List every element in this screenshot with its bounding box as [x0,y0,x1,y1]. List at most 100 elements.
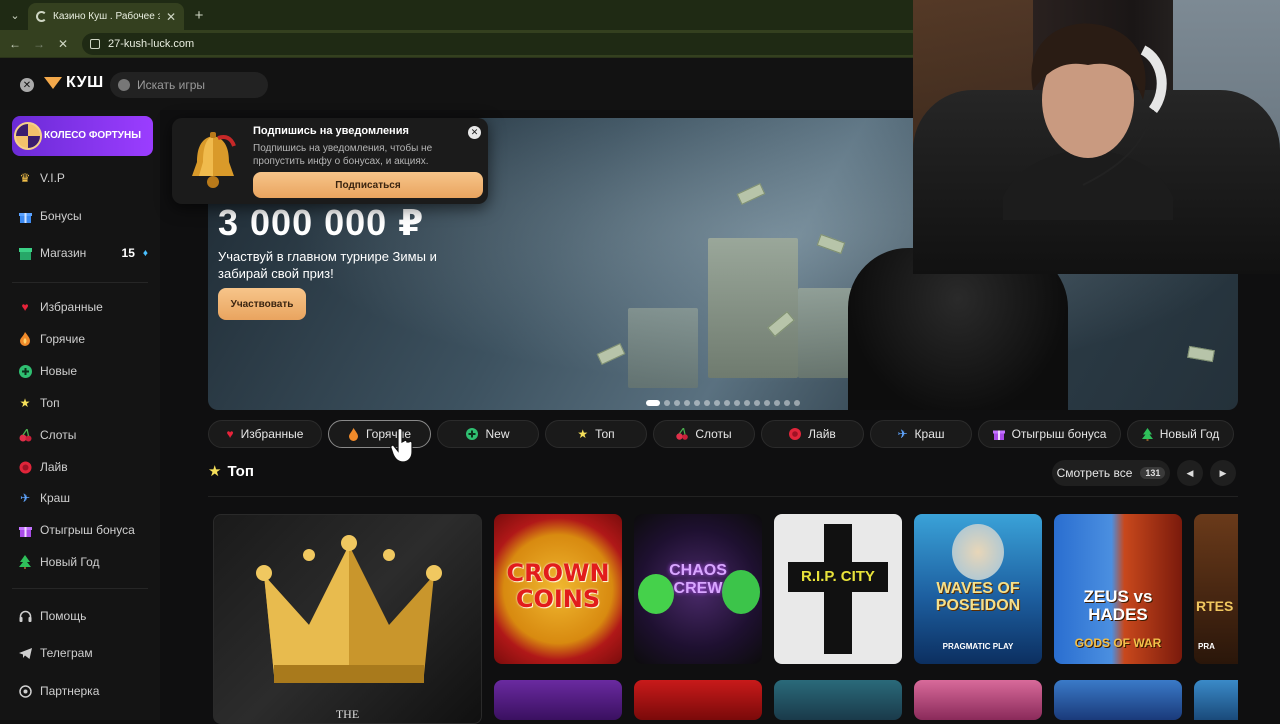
prev-arrow-icon[interactable]: ◀ [1177,460,1203,486]
pagination-dot[interactable] [774,400,780,406]
pagination-dot[interactable] [646,400,660,406]
shop-icon [18,246,32,260]
pill-label: Новый Год [1159,427,1220,441]
logo-text: КУШ [66,74,104,91]
pagination-dot[interactable] [744,400,750,406]
close-menu-icon[interactable]: ✕ [20,78,34,92]
fire-icon [348,427,359,441]
partner-icon [18,684,32,698]
sidebar-item-live[interactable]: Лайв [18,457,148,477]
game-tile-row2[interactable] [494,680,622,720]
gem-icon: ♦ [142,247,148,259]
gift-icon [992,428,1005,440]
pagination-dot[interactable] [704,400,710,406]
pagination-dot[interactable] [684,400,690,406]
sidebar-item-vip[interactable]: ♛ V.I.P [18,168,148,188]
money-stack-image [708,238,798,378]
game-tile-row2[interactable] [634,680,762,720]
game-tile-waves-of-poseidon[interactable]: WAVES OF POSEIDON PRAGMATIC PLAY [914,514,1042,664]
wheel-icon [14,122,42,150]
forward-icon[interactable]: → [30,35,48,53]
tab-close-icon[interactable]: ✕ [166,10,176,24]
sidebar-item-favorites[interactable]: ♥ Избранные [18,297,148,317]
game-tile-row2[interactable] [914,680,1042,720]
sidebar-item-top[interactable]: ★ Топ [18,393,148,413]
sidebar-item-shop[interactable]: Магазин 15 ♦ [18,243,148,263]
pagination-dot[interactable] [724,400,730,406]
sidebar-item-label: V.I.P [40,171,65,185]
subscribe-button[interactable]: Подписаться [253,172,483,198]
pill-favorites[interactable]: ♥ Избранные [208,420,322,448]
sidebar-item-bonuses[interactable]: Бонусы [18,206,148,226]
game-tile-row2[interactable] [774,680,902,720]
sidebar-item-crash[interactable]: ✈ Краш [18,488,148,508]
sidebar-item-new[interactable]: Новые [18,361,148,381]
sidebar-item-label: Топ [40,396,60,410]
sidebar-item-new-year[interactable]: Новый Год [18,552,148,572]
search-placeholder: Искать игры [137,78,206,92]
sidebar-item-bonus-wager[interactable]: Отыгрыш бонуса [18,520,148,540]
pagination-dot[interactable] [734,400,740,406]
pill-live[interactable]: Лайв [761,420,864,448]
sidebar-item-telegram[interactable]: Телеграм [18,643,148,663]
heart-icon: ♥ [21,300,29,314]
sidebar-item-label: Лайв [40,460,68,474]
banner-pagination [646,400,800,406]
pill-label: Отыгрыш бонуса [1011,427,1107,441]
search-input[interactable]: Искать игры [110,72,268,98]
sidebar-item-label: Новый Год [40,555,100,569]
game-tile-crown-coins[interactable]: CROWN COINS [494,514,622,664]
pagination-dot[interactable] [764,400,770,406]
game-tile-row2[interactable] [1194,680,1238,720]
pagination-dot[interactable] [714,400,720,406]
url-text: 27-kush-luck.com [108,38,195,50]
gift-icon [18,523,32,537]
tab-search-chevron-icon[interactable]: ⌄ [6,6,24,24]
pagination-dot[interactable] [754,400,760,406]
back-icon[interactable]: ← [6,35,24,53]
wheel-of-fortune-button[interactable]: КОЛЕСО ФОРТУНЫ [12,116,153,156]
crown-icon: ♛ [19,171,31,185]
pagination-dot[interactable] [674,400,680,406]
sidebar-item-hot[interactable]: Горячие [18,329,148,349]
divider [12,588,148,589]
logo[interactable]: КУШ [44,74,104,92]
pill-slots[interactable]: Слоты [653,420,755,448]
sidebar-item-slots[interactable]: Слоты [18,425,148,445]
site-info-icon[interactable] [90,39,100,49]
search-icon [118,79,130,91]
plus-icon [466,428,479,440]
section-title-text: Топ [227,462,254,480]
pagination-dot[interactable] [664,400,670,406]
pill-new[interactable]: New [437,420,539,448]
see-all-button[interactable]: Смотреть все 131 [1052,460,1170,486]
close-icon[interactable]: ✕ [468,126,481,139]
pagination-dot[interactable] [794,400,800,406]
new-tab-icon[interactable]: + [190,6,208,24]
pill-crash[interactable]: ✈ Краш [870,420,972,448]
pill-hot[interactable]: Горячие [328,420,431,448]
pagination-dot[interactable] [784,400,790,406]
game-tile-rip-city[interactable]: R.I.P. CITY [774,514,902,664]
pill-new-year[interactable]: Новый Год [1127,420,1234,448]
address-bar[interactable]: 27-kush-luck.com [82,33,922,55]
pill-label: Избранные [240,427,304,441]
game-tile-the-crown[interactable]: THE [213,514,482,724]
pagination-dot[interactable] [694,400,700,406]
game-tile-partial[interactable]: RTES PRA [1194,514,1238,664]
sidebar-item-partners[interactable]: Партнерка [18,681,148,701]
game-tile-chaos-crew[interactable]: CHAOS CREW [634,514,762,664]
sidebar-item-label: Краш [40,491,70,505]
pill-label: New [485,427,510,441]
game-tile-row2[interactable] [1054,680,1182,720]
participate-button[interactable]: Участвовать [218,288,306,320]
game-title: CHAOS CREW [669,562,727,597]
pill-bonus-wager[interactable]: Отыгрыш бонуса [978,420,1121,448]
browser-tab[interactable]: Казино Куш . Рабочее зеркало ✕ [28,3,184,30]
game-title: ZEUS vs HADES [1083,587,1153,624]
next-arrow-icon[interactable]: ▶ [1210,460,1236,486]
sidebar-item-help[interactable]: Помощь [18,606,148,626]
stop-icon[interactable]: ✕ [54,35,72,53]
pill-top[interactable]: ★ Топ [545,420,647,448]
game-tile-zeus-vs-hades[interactable]: ZEUS vs HADES GODS OF WAR [1054,514,1182,664]
